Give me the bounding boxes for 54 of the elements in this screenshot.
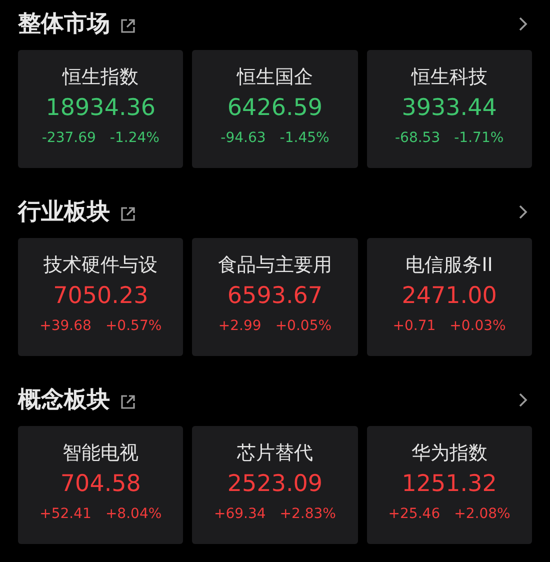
index-value: 18934.36 — [46, 94, 156, 123]
change-value: +2.99 — [218, 317, 262, 336]
index-value: 2471.00 — [402, 282, 497, 311]
index-value: 6593.67 — [227, 282, 323, 311]
change-percent: +2.08% — [454, 505, 510, 524]
change-percent: +0.03% — [450, 317, 506, 336]
index-name: 食品与主要用 — [218, 253, 332, 278]
index-card[interactable]: 智能电视 704.58 +52.41 +8.04% — [18, 426, 184, 544]
change-value: +52.41 — [40, 505, 92, 524]
index-card[interactable]: 华为指数 1251.32 +25.46 +2.08% — [366, 426, 532, 544]
index-card[interactable]: 恒生指数 18934.36 -237.69 -1.24% — [18, 50, 184, 168]
index-value: 2523.09 — [227, 470, 323, 499]
index-value: 6426.59 — [227, 94, 323, 123]
index-name: 恒生科技 — [411, 65, 488, 90]
index-card[interactable]: 恒生国企 6426.59 -94.63 -1.45% — [192, 50, 358, 168]
change-value: +39.68 — [40, 317, 92, 336]
index-value: 7050.23 — [53, 282, 148, 311]
change-value: -94.63 — [220, 129, 266, 148]
index-value: 1251.32 — [402, 470, 497, 499]
change-percent: +0.57% — [105, 317, 162, 336]
change-value: +25.46 — [388, 505, 440, 524]
change-value: +0.71 — [392, 317, 436, 336]
index-value: 704.58 — [60, 470, 141, 499]
chevron-right-icon[interactable] — [518, 16, 528, 32]
change-value: +69.34 — [214, 505, 266, 524]
index-card[interactable]: 恒生科技 3933.44 -68.53 -1.71% — [366, 50, 532, 168]
change-value: -68.53 — [394, 129, 440, 148]
index-name: 智能电视 — [62, 441, 139, 466]
index-card[interactable]: 芯片替代 2523.09 +69.34 +2.83% — [192, 426, 358, 544]
index-value: 3933.44 — [402, 94, 497, 123]
section-title: 概念板块 — [18, 386, 110, 415]
index-name: 华为指数 — [411, 441, 488, 466]
change-value: -237.69 — [42, 129, 96, 148]
index-card[interactable]: 技术硬件与设 7050.23 +39.68 +0.57% — [18, 238, 184, 356]
index-name: 技术硬件与设 — [44, 253, 158, 278]
share-icon[interactable] — [120, 18, 136, 34]
index-name: 恒生指数 — [62, 65, 139, 90]
index-name: 芯片替代 — [236, 441, 313, 466]
change-percent: +0.05% — [275, 317, 332, 336]
share-icon[interactable] — [120, 206, 136, 222]
section-title: 行业板块 — [18, 198, 110, 227]
change-percent: -1.24% — [110, 129, 160, 148]
index-name: 电信服务II — [406, 253, 493, 278]
index-card[interactable]: 电信服务II 2471.00 +0.71 +0.03% — [366, 238, 532, 356]
chevron-right-icon[interactable] — [518, 392, 528, 408]
change-percent: -1.45% — [280, 129, 330, 148]
chevron-right-icon[interactable] — [518, 204, 528, 220]
change-percent: +8.04% — [105, 505, 162, 524]
change-percent: -1.71% — [454, 129, 504, 148]
change-percent: +2.83% — [280, 505, 336, 524]
share-icon[interactable] — [120, 394, 136, 410]
index-card[interactable]: 食品与主要用 6593.67 +2.99 +0.05% — [192, 238, 358, 356]
index-name: 恒生国企 — [236, 65, 313, 90]
section-title: 整体市场 — [18, 10, 110, 39]
